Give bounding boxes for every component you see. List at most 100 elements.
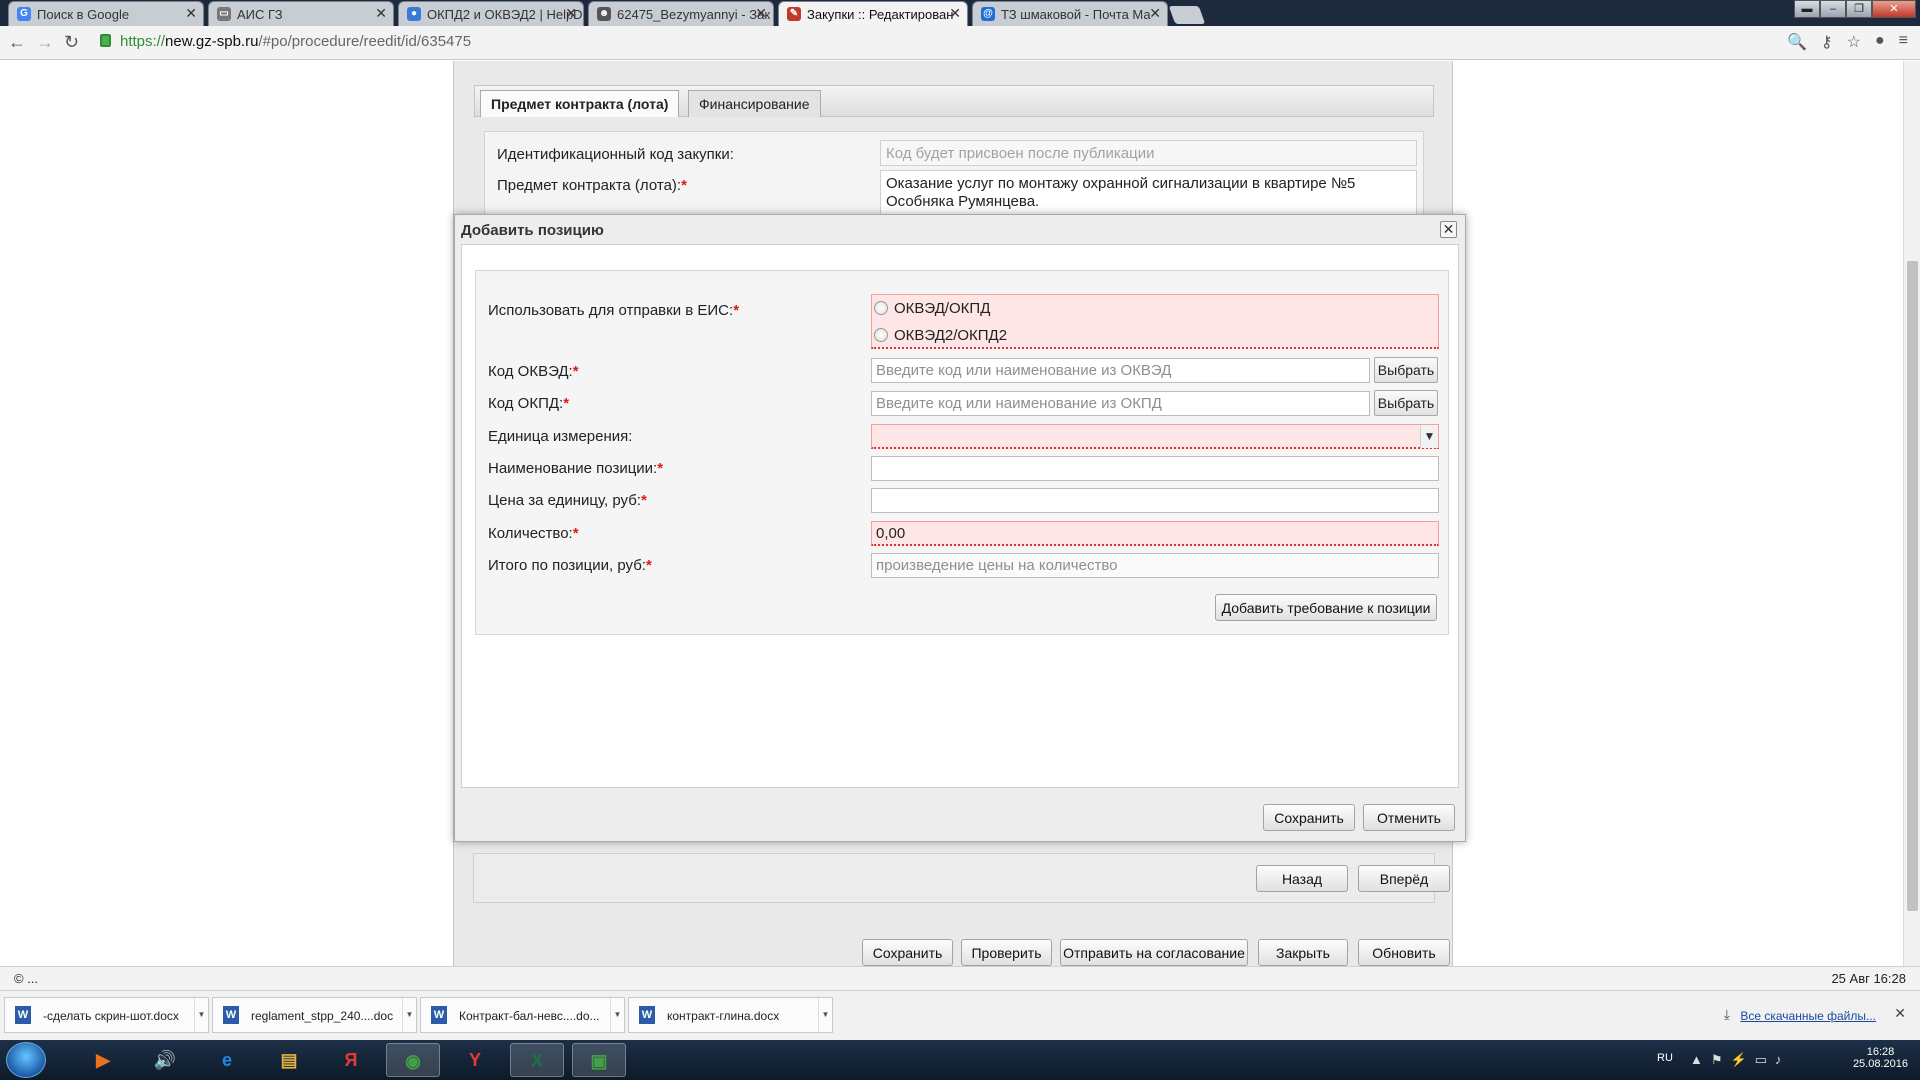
tab-close-icon[interactable]: ✕ <box>949 5 961 22</box>
browser-tab[interactable]: ▭ АИС ГЗ ✕ <box>208 1 394 26</box>
download-item[interactable]: W Контракт-бал-невс....do... ▼ <box>420 997 625 1033</box>
yandex-browser-icon[interactable]: Y <box>448 1043 502 1077</box>
new-tab-button[interactable] <box>1168 6 1206 24</box>
unit-price-input[interactable] <box>871 488 1439 513</box>
download-item[interactable]: W -сделать скрин-шот.docx ▼ <box>4 997 209 1033</box>
quantity-input[interactable]: 0,00 <box>871 521 1439 546</box>
purchase-code-input: Код будет присвоен после публикации <box>880 140 1417 166</box>
download-menu-chevron-icon[interactable]: ▼ <box>610 998 624 1032</box>
downloads-shelf: W -сделать скрин-шот.docx ▼ Wreglament_stpp… <box>0 990 1920 1040</box>
radio-circle-icon[interactable] <box>874 301 888 315</box>
download-menu-chevron-icon[interactable]: ▼ <box>194 998 208 1032</box>
procurement-icon: ✎ <box>787 7 801 21</box>
okpd-input[interactable]: Введите код или наименование из ОКПД <box>871 391 1370 416</box>
page-save-button[interactable]: Сохранить <box>862 939 953 966</box>
unit-price-label: Цена за единицу, руб:* <box>488 492 647 509</box>
scrollbar-thumb[interactable] <box>1907 261 1918 911</box>
dialog-body: Использовать для отправки в ЕИС:* ОКВЭД/… <box>461 244 1459 788</box>
maximize-icon[interactable]: ❐ <box>1846 0 1872 18</box>
key-icon[interactable]: ⚷ <box>1821 32 1833 52</box>
tray-icons[interactable]: ▲⚑⚡▭♪ <box>1690 1052 1790 1068</box>
taskbar-clock[interactable]: 16:28 25.08.2016 <box>1853 1046 1908 1070</box>
windows-taskbar: ▶ 🔊 e ▤ Я ◉ Y X ▣ RU ▲⚑⚡▭♪ 16:28 25.08.2016 <box>0 1040 1920 1080</box>
download-item[interactable]: Wконтракт-глина.docx ▼ <box>628 997 833 1033</box>
reload-icon[interactable]: ↻ <box>64 32 79 53</box>
yandex-icon[interactable]: Я <box>324 1043 378 1077</box>
chevron-down-icon[interactable]: ▼ <box>1420 425 1438 448</box>
clock-date: 25.08.2016 <box>1852 1058 1908 1070</box>
radio-circle-icon[interactable] <box>874 328 888 342</box>
browser-tab-title: ТЗ шмаковой - Почта Ма <box>1001 7 1151 22</box>
dialog-cancel-button[interactable]: Отменить <box>1363 804 1455 831</box>
people-icon: ☻ <box>597 7 611 21</box>
download-item[interactable]: Wreglament_stpp_240....doc ▼ <box>212 997 417 1033</box>
tab-close-icon[interactable]: ✕ <box>1149 5 1161 22</box>
show-all-downloads-link[interactable]: Все скачанные файлы... <box>1740 1009 1876 1023</box>
language-indicator[interactable]: RU <box>1657 1052 1673 1064</box>
menu-icon[interactable]: ≡ <box>1899 32 1908 52</box>
bookmark-star-icon[interactable]: ☆ <box>1847 32 1861 52</box>
excel-icon[interactable]: X <box>510 1043 564 1077</box>
speaker-app-icon[interactable]: 🔊 <box>138 1043 192 1077</box>
tab-close-icon[interactable]: ✕ <box>755 5 767 22</box>
eis-label: Использовать для отправки в ЕИС:* <box>488 302 740 319</box>
chrome-icon[interactable]: ◉ <box>386 1043 440 1077</box>
dialog-title: Добавить позицию <box>461 222 604 239</box>
extension-icon[interactable]: ● <box>1875 32 1885 52</box>
okpd-select-button[interactable]: Выбрать <box>1374 390 1438 416</box>
address-bar[interactable]: https://new.gz-spb.ru/#po/procedure/reed… <box>96 30 1776 55</box>
green-app-icon[interactable]: ▣ <box>572 1043 626 1077</box>
refresh-button[interactable]: Обновить <box>1358 939 1450 966</box>
forward-button[interactable]: Вперёд <box>1358 865 1450 892</box>
download-menu-chevron-icon[interactable]: ▼ <box>818 998 832 1032</box>
okved-input[interactable]: Введите код или наименование из ОКВЭД <box>871 358 1370 383</box>
dialog-close-icon[interactable]: ✕ <box>1440 221 1457 238</box>
status-left-text: © ... <box>14 971 39 986</box>
downloads-close-icon[interactable]: ✕ <box>1894 1005 1906 1022</box>
download-filename: контракт-глина.docx <box>667 1009 780 1023</box>
browser-tab-strip: G Поиск в Google ✕ ▭ АИС ГЗ ✕ ● ОКПД2 и ОКВЭД2 … <box>0 0 1920 26</box>
window-close-icon[interactable]: ✕ <box>1872 0 1916 18</box>
zoom-icon[interactable]: 🔍 <box>1787 32 1807 52</box>
okved-label: Код ОКВЭД:* <box>488 363 579 380</box>
position-name-input[interactable] <box>871 456 1439 481</box>
purchase-code-label: Идентификационный код закупки: <box>497 146 734 163</box>
contract-subject-label: Предмет контракта (лота):* <box>497 177 687 194</box>
forward-arrow-icon[interactable]: → <box>36 32 54 53</box>
total-label: Итого по позиции, руб:* <box>488 557 652 574</box>
media-player-icon[interactable]: ▶ <box>76 1043 130 1077</box>
unit-combobox[interactable]: ▼ <box>871 424 1439 449</box>
radio-okved-okpd[interactable]: ОКВЭД/ОКПД <box>874 300 990 317</box>
internet-explorer-icon[interactable]: e <box>200 1043 254 1077</box>
browser-toolbar: ← → ↻ https://new.gz-spb.ru/#po/procedur… <box>0 26 1920 60</box>
browser-tab[interactable]: G Поиск в Google ✕ <box>8 1 204 26</box>
radio-okved2-okpd2[interactable]: ОКВЭД2/ОКПД2 <box>874 327 1007 344</box>
tab-close-icon[interactable]: ✕ <box>185 5 197 22</box>
browser-tab[interactable]: ☻ 62475_Bezymyannyi - Зак ✕ <box>588 1 774 26</box>
dialog-save-button[interactable]: Сохранить <box>1263 804 1355 831</box>
okved-select-button[interactable]: Выбрать <box>1374 357 1438 383</box>
browser-tab[interactable]: ● ОКПД2 и ОКВЭД2 | HelpD ✕ <box>398 1 584 26</box>
word-document-icon: W <box>223 1006 239 1024</box>
browser-tab-title: ОКПД2 и ОКВЭД2 | HelpD <box>427 7 583 22</box>
download-arrow-icon: ⤓ <box>1723 1006 1730 1022</box>
page-scrollbar[interactable] <box>1903 61 1920 966</box>
minimize-icon[interactable]: – <box>1820 0 1846 18</box>
back-button[interactable]: Назад <box>1256 865 1348 892</box>
back-arrow-icon[interactable]: ← <box>8 32 26 53</box>
add-requirement-button[interactable]: Добавить требование к позиции <box>1215 594 1437 621</box>
send-for-approval-button[interactable]: Отправить на согласование <box>1060 939 1248 966</box>
tab-financing[interactable]: Финансирование <box>688 90 821 117</box>
start-button[interactable] <box>6 1042 46 1078</box>
browser-tab[interactable]: ✎ Закупки :: Редактирован ✕ <box>778 1 968 26</box>
download-menu-chevron-icon[interactable]: ▼ <box>402 998 416 1032</box>
download-filename: reglament_stpp_240....doc <box>251 1009 394 1023</box>
file-explorer-icon[interactable]: ▤ <box>262 1043 316 1077</box>
tab-contract-subject[interactable]: Предмет контракта (лота) <box>480 90 680 117</box>
window-user-icon[interactable]: ▬ <box>1794 0 1820 18</box>
check-button[interactable]: Проверить <box>961 939 1052 966</box>
close-button[interactable]: Закрыть <box>1258 939 1348 966</box>
browser-tab[interactable]: @ ТЗ шмаковой - Почта Ма ✕ <box>972 1 1168 26</box>
tab-close-icon[interactable]: ✕ <box>565 5 577 22</box>
tab-close-icon[interactable]: ✕ <box>375 5 387 22</box>
